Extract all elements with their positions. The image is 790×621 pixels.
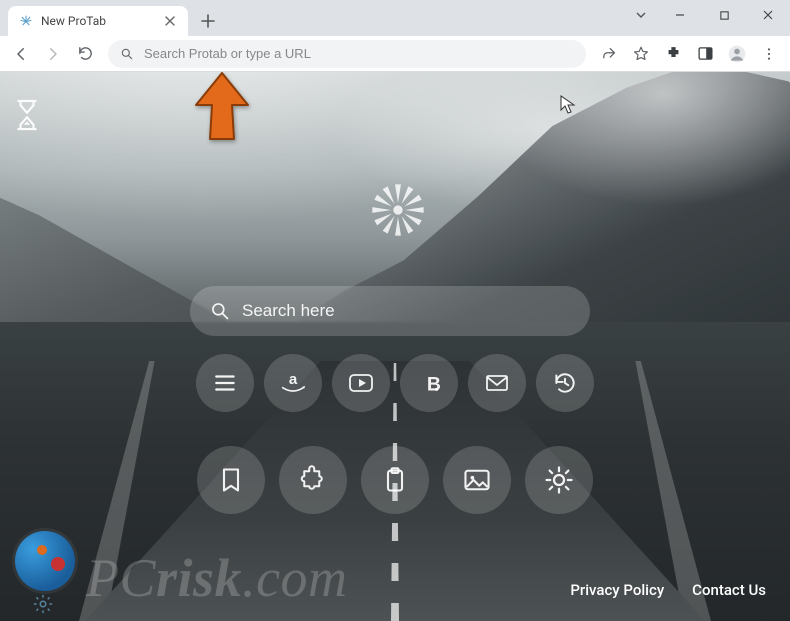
page-search-input[interactable] xyxy=(242,301,570,321)
omnibox-input[interactable] xyxy=(144,46,574,61)
forward-button[interactable] xyxy=(38,39,68,69)
clipboard-icon[interactable] xyxy=(361,446,429,514)
minimize-button[interactable] xyxy=(658,0,702,30)
booking-icon[interactable]: B xyxy=(400,354,458,412)
page-content: a B xyxy=(0,72,790,621)
address-bar[interactable] xyxy=(108,40,586,68)
new-tab-button[interactable] xyxy=(194,7,222,35)
privacy-policy-link[interactable]: Privacy Policy xyxy=(570,581,664,599)
cursor-pointer-icon xyxy=(560,95,576,119)
bookmark-icon[interactable] xyxy=(197,446,265,514)
back-button[interactable] xyxy=(6,39,36,69)
history-icon[interactable] xyxy=(536,354,594,412)
close-window-button[interactable] xyxy=(746,0,790,30)
search-icon xyxy=(210,301,230,321)
page-search-bar[interactable] xyxy=(190,286,590,336)
tab-favicon-icon xyxy=(18,13,34,29)
brightness-icon[interactable] xyxy=(525,446,593,514)
window-titlebar: New ProTab xyxy=(0,0,790,36)
reload-button[interactable] xyxy=(70,39,100,69)
extension-icon[interactable] xyxy=(279,446,347,514)
footer-links: Privacy Policy Contact Us xyxy=(570,581,766,599)
watermark-text: PCrisk.com xyxy=(86,547,348,609)
share-icon[interactable] xyxy=(594,39,624,69)
hourglass-icon[interactable] xyxy=(14,98,40,136)
amazon-icon[interactable]: a xyxy=(264,354,322,412)
annotation-arrow-icon xyxy=(192,72,252,141)
brand-badge xyxy=(15,531,75,591)
maximize-button[interactable] xyxy=(702,0,746,30)
profile-avatar-icon[interactable] xyxy=(722,39,752,69)
sidepanel-icon[interactable] xyxy=(690,39,720,69)
extensions-icon[interactable] xyxy=(658,39,688,69)
image-icon[interactable] xyxy=(443,446,511,514)
dropdown-icon[interactable] xyxy=(624,0,658,30)
gear-icon[interactable] xyxy=(32,593,54,619)
browser-toolbar xyxy=(0,36,790,72)
shortcut-row-2 xyxy=(197,446,593,514)
gmail-icon[interactable] xyxy=(468,354,526,412)
tab-title: New ProTab xyxy=(41,14,155,28)
search-icon xyxy=(120,47,134,61)
tab-close-icon[interactable] xyxy=(162,13,178,29)
shortcut-row-1: a B xyxy=(196,354,594,412)
menu-dots-icon[interactable] xyxy=(754,39,784,69)
svg-text:a: a xyxy=(289,371,298,388)
bookmark-star-icon[interactable] xyxy=(626,39,656,69)
sunburst-icon xyxy=(370,182,426,238)
window-controls xyxy=(624,0,790,30)
youtube-icon[interactable] xyxy=(332,354,390,412)
browser-tab[interactable]: New ProTab xyxy=(8,6,188,36)
menu-icon[interactable] xyxy=(196,354,254,412)
contact-us-link[interactable]: Contact Us xyxy=(692,581,766,599)
svg-text:B: B xyxy=(427,374,441,396)
